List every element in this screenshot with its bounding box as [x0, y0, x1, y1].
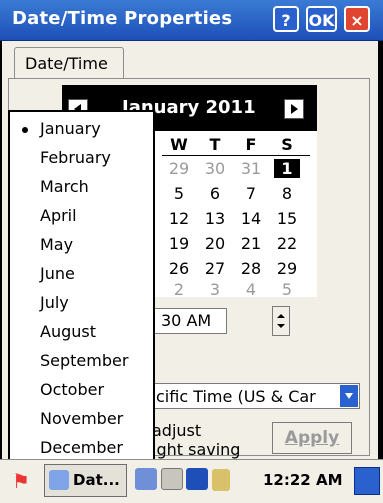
calendar-day[interactable]: 21 — [238, 234, 264, 253]
menu-item-month[interactable]: September — [40, 351, 128, 370]
weekday-header: T — [209, 135, 221, 154]
calendar-day[interactable]: 7 — [238, 184, 264, 203]
calendar-day[interactable]: 13 — [202, 209, 228, 228]
tab-date-time[interactable]: Date/Time — [14, 47, 124, 79]
menu-item-month[interactable]: May — [40, 235, 73, 254]
calendar-day[interactable]: 4 — [238, 280, 264, 299]
calendar-day[interactable]: 2 — [166, 280, 192, 299]
chevron-down-icon[interactable] — [340, 385, 358, 407]
calendar-day[interactable]: 12 — [166, 209, 192, 228]
menu-item-month[interactable]: April — [40, 206, 77, 225]
dst-checkbox-label[interactable]: adjust ight saving — [152, 421, 240, 459]
calendar-day[interactable]: 20 — [202, 234, 228, 253]
calendar-day[interactable]: 29 — [274, 259, 300, 278]
calendar-day[interactable]: 14 — [238, 209, 264, 228]
menu-item-month[interactable]: July — [40, 293, 69, 312]
input-panel-icon[interactable] — [186, 468, 208, 490]
calendar-day[interactable]: 3 — [202, 280, 228, 299]
time-value: 30 AM — [161, 311, 212, 330]
close-button[interactable]: × — [344, 6, 370, 32]
selected-bullet-icon — [22, 127, 28, 133]
taskbar-window-label: Dat... — [73, 471, 120, 489]
power-icon[interactable] — [212, 469, 230, 491]
calendar-day[interactable]: 31 — [238, 159, 264, 178]
window-title: Date/Time Properties — [12, 8, 233, 29]
menu-item-month[interactable]: December — [40, 438, 123, 457]
calendar-day[interactable]: 29 — [166, 159, 192, 178]
apply-label: Apply — [284, 428, 340, 448]
dst-label-line1: adjust — [152, 421, 202, 440]
menu-item-month[interactable]: March — [40, 177, 89, 196]
help-button[interactable]: ? — [273, 6, 299, 32]
app-icon — [49, 470, 69, 490]
calendar-day[interactable]: 5 — [166, 184, 192, 203]
menu-item-month[interactable]: November — [40, 409, 123, 428]
spin-up-icon[interactable] — [277, 314, 285, 318]
calendar-day[interactable]: 19 — [166, 234, 192, 253]
keyboard-icon[interactable] — [161, 468, 183, 490]
calendar-day[interactable]: 22 — [274, 234, 300, 253]
weekday-header: F — [245, 135, 257, 154]
title-bar: Date/Time Properties ? OK × — [0, 0, 383, 41]
apply-button[interactable]: Apply — [272, 422, 352, 454]
next-month-icon[interactable] — [284, 99, 304, 119]
tab-label: Date/Time — [25, 54, 108, 73]
calendar-day[interactable]: 5 — [274, 280, 300, 299]
time-spinner[interactable] — [272, 306, 290, 336]
ok-button[interactable]: OK — [306, 6, 337, 32]
windows-flag-icon[interactable]: ⚑ — [3, 466, 39, 496]
calendar-day[interactable]: 6 — [202, 184, 228, 203]
clock[interactable]: 12:22 AM — [263, 471, 343, 489]
menu-item-month[interactable]: February — [40, 148, 111, 167]
menu-item-month[interactable]: August — [40, 322, 96, 341]
calendar-day[interactable]: 26 — [166, 259, 192, 278]
calendar-day[interactable]: 27 — [202, 259, 228, 278]
taskbar: ⚑ Dat... 12:22 AM — [0, 459, 383, 503]
menu-item-month[interactable]: October — [40, 380, 104, 399]
weekday-header: W — [170, 135, 188, 154]
calendar-divider — [162, 155, 310, 156]
calendar-day[interactable]: 28 — [238, 259, 264, 278]
calendar-day[interactable]: 8 — [274, 184, 300, 203]
calendar-day-selected[interactable]: 1 — [274, 159, 300, 178]
calendar-day[interactable]: 30 — [202, 159, 228, 178]
network-icon[interactable] — [135, 468, 157, 490]
calendar-day[interactable]: 15 — [274, 209, 300, 228]
desktop-icon[interactable] — [354, 467, 380, 495]
timezone-value: cific Time (US & Car — [156, 387, 316, 406]
weekday-header: S — [281, 135, 293, 154]
spin-down-icon[interactable] — [277, 324, 285, 328]
taskbar-window-button[interactable]: Dat... — [44, 464, 127, 497]
menu-item-month[interactable]: June — [40, 264, 75, 283]
menu-item-month[interactable]: January — [40, 119, 101, 138]
dst-label-line2: ight saving — [152, 440, 241, 459]
month-dropdown-menu[interactable]: January February March April May June Ju… — [8, 110, 155, 465]
